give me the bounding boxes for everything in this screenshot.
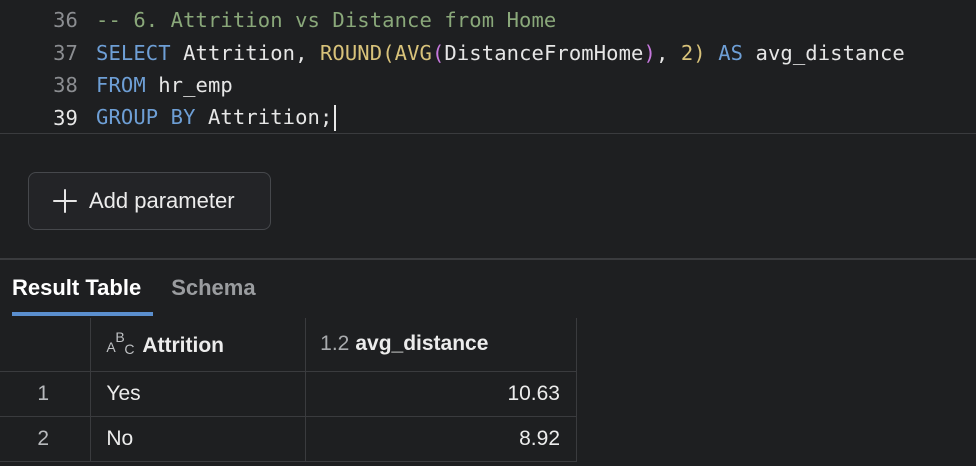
sql-table-name: hr_emp <box>145 73 233 98</box>
tab-schema[interactable]: Schema <box>159 260 267 316</box>
sql-keyword-from: FROM <box>96 73 146 98</box>
sql-text: Attrition, <box>170 40 320 65</box>
sql-identifier: Attrition; <box>195 104 333 129</box>
code-line-37[interactable]: 37 SELECT Attrition, ROUND(AVG(DistanceF… <box>0 37 976 70</box>
column-header-avg-distance[interactable]: 1.2 avg_distance <box>305 318 577 372</box>
row-index: 2 <box>0 416 92 462</box>
sql-paren: ) <box>643 40 656 65</box>
code-line-36[interactable]: 36 -- 6. Attrition vs Distance from Home <box>0 4 976 37</box>
sql-paren: ( <box>431 40 445 65</box>
sql-editor[interactable]: 36 -- 6. Attrition vs Distance from Home… <box>0 0 976 134</box>
line-number: 38 <box>53 73 78 98</box>
sql-identifier: DistanceFromHome <box>444 40 644 65</box>
sql-alias: avg_distance <box>743 40 905 65</box>
plus-icon <box>51 187 79 215</box>
code-line-38[interactable]: 38 FROM hr_emp <box>0 69 976 102</box>
result-panel: Result Table Schema A B C Attrition 1.2 avg_… <box>0 258 976 466</box>
table-row[interactable]: 2 No 8.92 <box>0 416 577 462</box>
code-line-39[interactable]: 39 GROUP BY Attrition; <box>0 102 976 135</box>
row-index: 1 <box>0 371 92 417</box>
cell-attrition[interactable]: No <box>90 416 307 462</box>
cell-avg-distance[interactable]: 10.63 <box>305 371 577 417</box>
row-index-header <box>0 318 92 372</box>
sql-comment: -- 6. Attrition vs Distance from Home <box>96 8 557 33</box>
sql-keyword-group-by: GROUP BY <box>96 104 196 129</box>
text-type-icon: ABC <box>106 328 135 357</box>
line-number: 37 <box>53 40 78 65</box>
cell-avg-distance[interactable]: 8.92 <box>305 416 577 462</box>
sql-function-round: ROUND <box>319 40 383 65</box>
column-header-attrition[interactable]: A B C Attrition <box>90 318 307 372</box>
text-cursor <box>334 104 337 131</box>
sql-keyword-as: AS <box>705 40 744 65</box>
result-tabs: Result Table Schema <box>0 260 976 316</box>
tab-result-table[interactable]: Result Table <box>0 260 154 316</box>
decimal-type-icon: 1.2 <box>320 332 350 356</box>
sql-number: 2 <box>680 40 694 65</box>
add-parameter-label: Add parameter <box>89 188 235 213</box>
parameter-area: Add parameter <box>0 134 976 258</box>
sql-text: , <box>655 40 681 65</box>
sql-paren: ( <box>382 40 395 65</box>
column-label: Attrition <box>142 333 225 357</box>
table-header-row: A B C Attrition 1.2 avg_distance <box>0 318 577 372</box>
column-label: avg_distance <box>355 332 489 356</box>
table-row[interactable]: 1 Yes 10.63 <box>0 371 577 417</box>
line-number: 39 <box>53 105 78 130</box>
sql-keyword-select: SELECT <box>96 40 171 65</box>
sql-paren: ) <box>693 40 706 65</box>
sql-function-avg: AVG <box>394 40 432 65</box>
result-table: A B C Attrition 1.2 avg_distance 1 Yes 10.63… <box>0 318 577 462</box>
cell-attrition[interactable]: Yes <box>90 371 307 417</box>
line-number: 36 <box>53 8 78 33</box>
add-parameter-button[interactable]: Add parameter <box>28 172 271 230</box>
